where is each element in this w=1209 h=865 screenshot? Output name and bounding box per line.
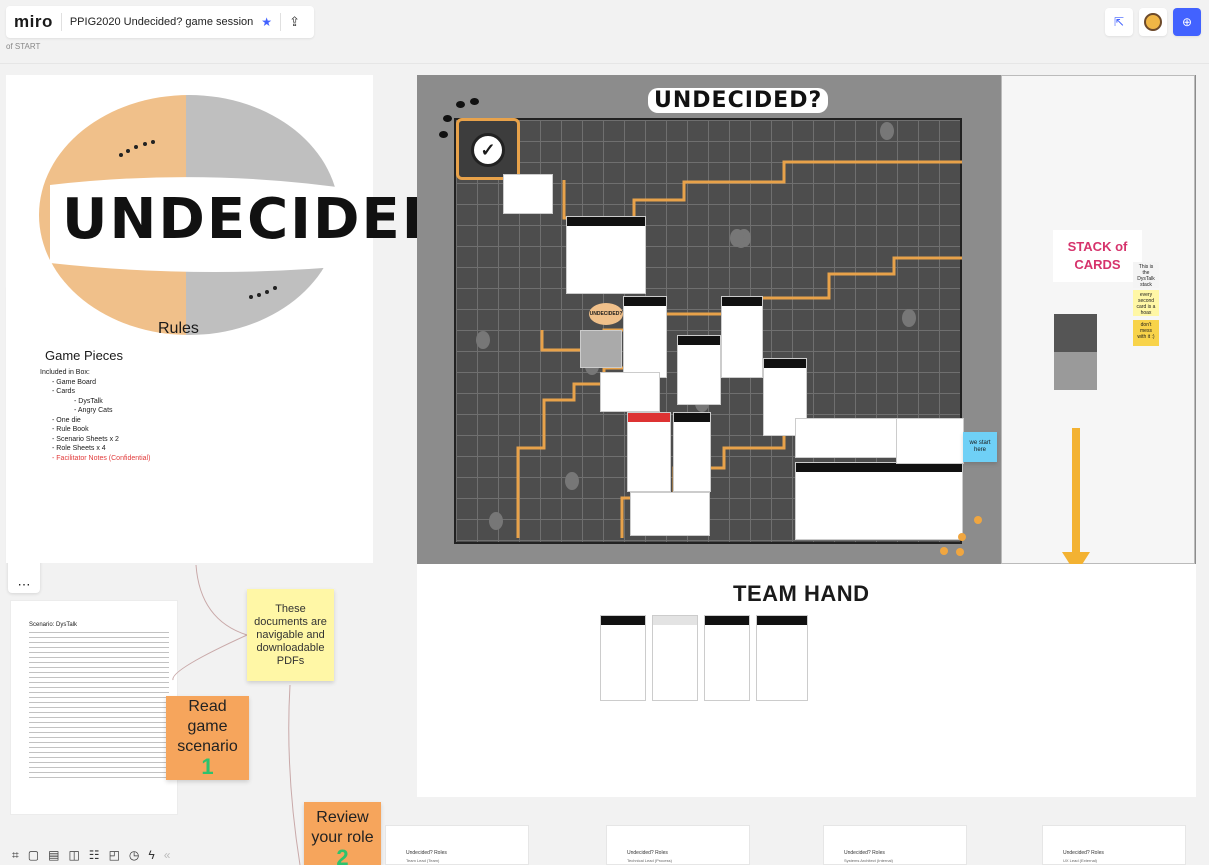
step-number: 1 (201, 753, 214, 779)
stack-label-line: STACK of (1067, 239, 1128, 254)
card-stack-area[interactable] (1001, 75, 1195, 564)
game-card[interactable] (896, 418, 964, 464)
board-title-graphic: UNDECIDED? (648, 88, 829, 113)
start-here-note[interactable]: we start here (963, 432, 997, 462)
rules-document[interactable]: UNDECIDED? (6, 75, 483, 563)
role-sheet-title: Undecided? Roles (844, 850, 885, 856)
decoration-dot (958, 533, 966, 541)
list-item: - Angry Cats (74, 407, 113, 414)
divider (60, 13, 62, 31)
undecided-logo: UNDECIDED? (589, 303, 623, 325)
checkmark-icon: ✓ (471, 133, 505, 167)
card-back[interactable] (1054, 314, 1097, 352)
stack-label-line: CARDS (1074, 257, 1121, 272)
kanban-icon[interactable]: ☷ (89, 848, 100, 862)
list-item: Included in Box: (40, 369, 90, 376)
role-sheet-role: Technical Lead (Process) (627, 858, 672, 863)
list-item: - Cards (52, 388, 75, 395)
game-card[interactable] (721, 296, 763, 378)
role-sheet-title: Undecided? Roles (1063, 850, 1104, 856)
cards-icon[interactable]: ◫ (68, 848, 79, 862)
bottom-toolbar: ⌗ ▢ ▤ ◫ ☷ ◰ ◷ ϟ « (8, 845, 233, 865)
game-card[interactable] (673, 412, 711, 492)
role-sheet[interactable]: Undecided? Roles Systems Architect (Inte… (823, 825, 967, 865)
role-sheet[interactable]: Undecided? Roles UX Lead (External) (1042, 825, 1186, 865)
game-card[interactable] (600, 372, 660, 412)
hand-card[interactable] (600, 615, 646, 701)
list-item: - Game Board (52, 378, 96, 386)
timer-icon[interactable]: ◷ (129, 848, 139, 862)
game-card[interactable] (566, 216, 646, 294)
comments-icon[interactable]: ▢ (28, 848, 39, 862)
hand-card[interactable] (756, 615, 808, 701)
board-title[interactable]: PPIG2020 Undecided? game session (70, 16, 253, 28)
frames-icon[interactable]: ⌗ (12, 848, 19, 863)
hand-card[interactable] (652, 615, 698, 701)
stack-of-cards-label: STACK of CARDS (1053, 230, 1142, 282)
list-item: - DysTalk (74, 397, 103, 405)
role-sheet[interactable]: Undecided? Roles Technical Lead (Process… (606, 825, 750, 865)
cursor-icon[interactable]: ⇱ (1105, 8, 1133, 36)
decoration-dot (443, 115, 452, 122)
globe-icon[interactable]: ⊕ (1173, 8, 1201, 36)
role-sheet-role: UX Lead (External) (1063, 858, 1098, 863)
activity-icon[interactable]: ϟ (148, 848, 154, 862)
collapse-icon[interactable]: « (164, 848, 171, 862)
game-card[interactable] (630, 492, 710, 536)
decoration-dot (974, 516, 982, 524)
qr-code-card[interactable] (1054, 352, 1097, 390)
list-item: - Facilitator Notes (Confidential) (52, 454, 151, 462)
hoax-note[interactable]: every second card is a hoax (1133, 290, 1159, 316)
upload-icon[interactable]: ⇪ (289, 14, 300, 30)
game-card[interactable] (627, 412, 671, 492)
game-card[interactable] (677, 335, 721, 405)
list-item: - One die (52, 416, 81, 424)
role-sheet-title: Undecided? Roles (406, 850, 447, 856)
breadcrumb: of START (6, 42, 41, 51)
dystalk-note[interactable]: This is the DysTalk stack (1133, 262, 1159, 288)
review-role-text: Review your role (311, 809, 374, 846)
dont-mess-note[interactable]: don't mess with it :) (1133, 320, 1159, 346)
hand-card[interactable] (704, 615, 750, 701)
read-scenario-sticky[interactable]: Read game scenario 1 (166, 696, 249, 780)
role-sheet[interactable]: Undecided? Roles Team Lead (Team) (385, 825, 529, 865)
role-sheet-role: Systems Architect (Internal) (844, 858, 893, 863)
game-card[interactable] (623, 296, 667, 378)
read-scenario-text: Read game scenario (177, 697, 238, 755)
decoration-dot (456, 101, 465, 108)
top-right-controls: ⇱ ⊕ (1105, 8, 1201, 36)
game-card[interactable] (503, 174, 553, 214)
game-pieces-title: Game Pieces (45, 348, 124, 363)
board-header: miro PPIG2020 Undecided? game session ★ … (6, 6, 314, 38)
list-item: - Role Sheets x 4 (52, 445, 106, 452)
pdf-info-sticky[interactable]: These documents are navigable and downlo… (247, 589, 334, 681)
list-item: - Scenario Sheets x 2 (52, 435, 119, 443)
game-pieces-list: Included in Box: - Game Board - Cards - … (40, 368, 150, 463)
rules-label: Rules (158, 320, 199, 337)
decoration-dot (470, 98, 479, 105)
divider (280, 13, 282, 31)
list-item: - Rule Book (52, 426, 89, 433)
review-role-sticky[interactable]: Review your role 2 (304, 802, 381, 865)
role-sheet-role: Team Lead (Team) (406, 858, 440, 863)
miro-logo[interactable]: miro (14, 12, 53, 32)
step-number: 2 (336, 845, 349, 865)
chat-icon[interactable]: ▤ (48, 848, 59, 862)
avatar[interactable] (1139, 8, 1167, 36)
decoration-dot (956, 548, 964, 556)
team-hand-title: TEAM HAND (733, 581, 870, 606)
decoration-dot (940, 547, 948, 555)
qr-code-card[interactable] (580, 330, 622, 368)
divider (0, 63, 1209, 64)
game-card[interactable] (795, 462, 963, 540)
role-sheet-title: Undecided? Roles (627, 850, 668, 856)
arrow-shape (1072, 428, 1080, 563)
star-icon[interactable]: ★ (261, 15, 272, 29)
screen-icon[interactable]: ◰ (109, 848, 120, 862)
decoration-dot (439, 131, 448, 138)
